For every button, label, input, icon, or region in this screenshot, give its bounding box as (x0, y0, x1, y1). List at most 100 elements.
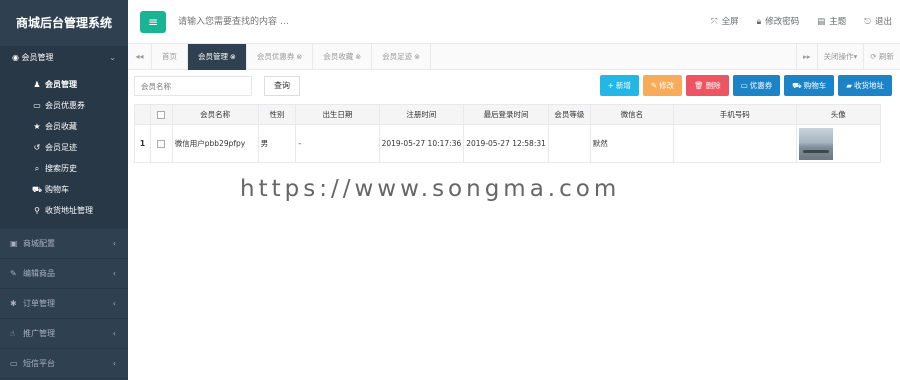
column-header-member-name[interactable]: 会员名称 (171, 104, 259, 125)
sidebar-item-promotion-management[interactable]: ☝ 推广管理 ‹ (0, 319, 128, 349)
theme-icon: ▤ (817, 17, 826, 27)
tabs-next-button[interactable]: ▸▸ (796, 44, 817, 70)
add-button[interactable]: + 新增 (599, 75, 639, 96)
column-header-avatar[interactable]: 头像 (795, 104, 882, 125)
column-header-register-time[interactable]: 注册时间 (378, 104, 465, 125)
page-tabs: ◂◂ 首页 会员管理 ⊗ 会员优惠券 ⊗ 会员收藏 ⊗ 会员足迹 ⊗ ▸▸ 关闭操作▾ … (128, 44, 900, 70)
cart-label: 购物车 (803, 81, 827, 90)
lock-icon: 🔒︎ (756, 17, 762, 27)
add-label: 新增 (615, 81, 631, 90)
close-icon[interactable]: ⊗ (296, 53, 302, 61)
fullscreen-link[interactable]: ⤧ 全屏 (711, 15, 739, 27)
close-icon[interactable]: ⊗ (230, 53, 236, 61)
select-all-checkbox[interactable] (157, 111, 166, 119)
change-password-link[interactable]: 🔒︎ 修改密码 (757, 15, 800, 27)
tab-member-management[interactable]: 会员管理 ⊗ (188, 44, 247, 70)
edit-icon: ✎ (650, 81, 658, 90)
gender-cell: 男 (257, 124, 297, 163)
tab-label: 会员优惠券 (256, 52, 295, 61)
logout-icon: ⎋ (864, 17, 871, 27)
sidebar-item-sms-platform[interactable]: ▭ 短信平台 ‹ (0, 349, 128, 379)
row-checkbox[interactable] (157, 140, 166, 148)
column-header-gender[interactable]: 性别 (257, 104, 297, 125)
member-name-cell: 微信用户pbb29pfpy (171, 124, 259, 163)
address-label: 收货地址 (854, 81, 884, 90)
sidebar-item-member-coupons[interactable]: ▭ 会员优惠券 (0, 95, 128, 116)
tab-label: 首页 (162, 52, 177, 61)
promotion-icon: ☝ (10, 329, 15, 338)
edit-label: 修改 (659, 81, 675, 90)
tab-member-footprints[interactable]: 会员足迹 ⊗ (372, 44, 431, 70)
column-header-last-login[interactable]: 最后登录时间 (463, 104, 549, 125)
sidebar-item-member-footprints[interactable]: ↺ 会员足迹 (0, 137, 128, 158)
change-password-label: 修改密码 (765, 17, 800, 27)
sidebar-item-search-history[interactable]: ⌕ 搜索历史 (0, 158, 128, 179)
member-name-input[interactable] (134, 76, 252, 96)
avatar[interactable] (798, 127, 833, 160)
query-button[interactable]: 查询 (264, 76, 300, 96)
menu-toggle-button[interactable]: ≡ (140, 11, 166, 33)
main-content: 查询 +新增 ✎修改 🗑︎删除 ▭优惠券 ⛟购物车 ▰收货地址 会员名称 性别 … (128, 70, 900, 380)
coupon-icon: ▭ (740, 81, 748, 90)
tab-member-favorites[interactable]: 会员收藏 ⊗ (313, 44, 373, 70)
edit-button[interactable]: ✎ 修改 (642, 75, 683, 96)
sidebar-submenu: ♟ 会员管理 ▭ 会员优惠券 ★ 会员收藏 ↺ 会员足迹 ⌕ 搜索历史 ⛟ 购物车 ⚲ 收货地… (0, 70, 128, 229)
sidebar-item-member-favorites[interactable]: ★ 会员收藏 (0, 116, 128, 137)
close-icon[interactable]: ⊗ (414, 53, 420, 61)
global-search-input[interactable] (178, 15, 478, 29)
tab-controls: ▸▸ 关闭操作▾ ⟳ 刷新 (796, 44, 900, 70)
user-icon: ♟ (33, 80, 41, 89)
tab-list: 首页 会员管理 ⊗ 会员优惠券 ⊗ 会员收藏 ⊗ 会员足迹 ⊗ (152, 44, 431, 70)
sms-icon: ▭ (10, 359, 18, 368)
logout-link[interactable]: ⎋ 退出 (864, 15, 892, 27)
address-button[interactable]: ▰ 收货地址 (838, 75, 892, 96)
watermark-text: https://www.songma.com (240, 176, 621, 202)
delete-button[interactable]: 🗑︎ 删除 (686, 75, 729, 96)
chevron-left-icon: ‹ (112, 269, 116, 278)
sidebar-item-shop-config[interactable]: ▣ 商城配置 ‹ (0, 229, 128, 259)
search-icon: ⌕ (34, 164, 40, 173)
tab-member-coupons[interactable]: 会员优惠券 ⊗ (247, 44, 314, 70)
history-icon: ↺ (33, 143, 41, 152)
column-header-birth-date[interactable]: 出生日期 (295, 104, 380, 125)
column-header-phone[interactable]: 手机号码 (672, 104, 797, 125)
sidebar-item-member-management[interactable]: ♟ 会员管理 (0, 74, 128, 95)
tabs-prev-button[interactable]: ◂◂ (128, 44, 152, 70)
chevron-left-icon: ‹ (112, 239, 116, 248)
theme-link[interactable]: ▤ 主题 (817, 15, 846, 27)
sidebar-item-cart[interactable]: ⛟ 购物车 (0, 179, 128, 200)
sidebar-item-address-management[interactable]: ⚲ 收货地址管理 (0, 200, 128, 221)
sidebar-item-edit-products[interactable]: ✎ 编辑商品 ‹ (0, 259, 128, 289)
coupon-button[interactable]: ▭ 优惠券 (732, 75, 781, 96)
row-select-cell[interactable] (149, 124, 173, 163)
sidebar-group-member-management[interactable]: ◉ 会员管理 ⌄ (0, 46, 128, 70)
tab-label: 会员足迹 (382, 52, 413, 61)
location-icon: ⚲ (34, 206, 40, 215)
close-icon[interactable]: ⊗ (355, 53, 361, 61)
cart-button[interactable]: ⛟ 购物车 (784, 75, 835, 96)
table-row[interactable]: 1 微信用户pbb29pfpy 男 - 2019-05-27 10:17:36 … (134, 124, 882, 163)
column-header-wechat-name[interactable]: 微信名 (589, 104, 674, 125)
app-title: 商城后台管理系统 (0, 0, 128, 46)
table-header-row: 会员名称 性别 出生日期 注册时间 最后登录时间 会员等级 微信名 手机号码 头… (134, 104, 882, 125)
logout-label: 退出 (874, 17, 892, 27)
coupon-label: 优惠券 (749, 81, 773, 90)
sidebar-item-order-management[interactable]: ✱ 订单管理 ‹ (0, 289, 128, 319)
delete-label: 删除 (705, 81, 721, 90)
close-operations-dropdown[interactable]: 关闭操作▾ (816, 44, 864, 70)
row-index: 1 (134, 124, 151, 163)
sidebar-item-label: 短信平台 (23, 359, 55, 368)
sidebar-item-label: 会员管理 (45, 80, 77, 89)
refresh-button[interactable]: ⟳ 刷新 (863, 44, 900, 70)
sidebar-item-label: 商城配置 (23, 239, 55, 248)
column-header-level[interactable]: 会员等级 (547, 104, 591, 125)
top-header: ≡ ⤧全屏 🔒︎修改密码 ▤主题 ⎋退出 (128, 0, 900, 44)
phone-cell (672, 124, 797, 163)
sidebar-item-label: 搜索历史 (45, 164, 77, 173)
sidebar: 商城后台管理系统 ◉ 会员管理 ⌄ ♟ 会员管理 ▭ 会员优惠券 ★ 会员收藏 ↺ 会员… (0, 0, 128, 380)
cart-icon: ⛟ (32, 185, 43, 194)
column-header-select[interactable] (149, 104, 173, 125)
order-icon: ✱ (10, 299, 17, 308)
column-header-index (134, 104, 151, 125)
tab-home[interactable]: 首页 (152, 44, 188, 70)
